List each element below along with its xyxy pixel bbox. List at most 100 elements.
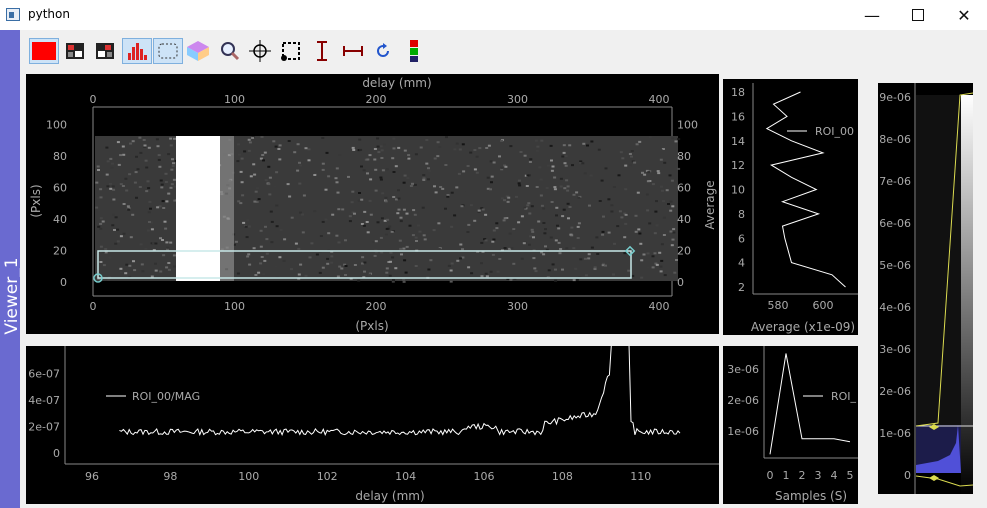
dock-label: Viewer_1 bbox=[2, 257, 22, 335]
lineout-plot-svg: 02e-074e-076e-07 96 98 100 102 104 106 108 110 … bbox=[28, 343, 719, 503]
noise-pixel bbox=[167, 153, 171, 156]
noise-pixel bbox=[99, 188, 103, 191]
lineout-plot[interactable]: 0 2e-07 4e-07 6e-07 96 98 100 102 104 106 108 110 … bbox=[26, 343, 719, 504]
noise-pixel bbox=[362, 224, 366, 227]
noise-pixel bbox=[480, 241, 484, 244]
samples-x-tick: 2 bbox=[799, 469, 806, 482]
noise-pixel bbox=[572, 247, 576, 250]
noise-pixel bbox=[246, 219, 250, 222]
noise-pixel bbox=[268, 193, 272, 196]
noise-pixel bbox=[597, 148, 601, 151]
noise-pixel bbox=[165, 241, 169, 244]
noise-pixel bbox=[112, 198, 116, 201]
maximize-button[interactable] bbox=[895, 0, 941, 30]
refresh-button[interactable] bbox=[370, 38, 396, 64]
roi-crop-icon bbox=[281, 42, 300, 61]
noise-pixel bbox=[238, 196, 242, 199]
vertical-measure-button[interactable] bbox=[309, 38, 335, 64]
histogram-handle-bottom[interactable] bbox=[929, 475, 939, 481]
noise-pixel bbox=[307, 159, 311, 162]
noise-pixel bbox=[571, 164, 574, 167]
samples-plot[interactable]: 1e-06 2e-06 3e-06 012345 ROI_ Samples (S) bbox=[723, 346, 858, 504]
colorbar-gradient[interactable] bbox=[961, 95, 973, 495]
average-x-label: Average (x1e-09) bbox=[751, 320, 855, 334]
noise-pixel bbox=[677, 167, 681, 170]
noise-pixel bbox=[403, 149, 407, 152]
noise-pixel bbox=[456, 259, 460, 262]
right-tick-label: 20 bbox=[677, 245, 691, 258]
noise-pixel bbox=[467, 266, 471, 269]
noise-pixel bbox=[368, 199, 372, 202]
noise-pixel bbox=[133, 269, 137, 272]
color-cube-button[interactable] bbox=[185, 38, 211, 64]
noise-pixel bbox=[99, 245, 103, 248]
crosshair-button[interactable] bbox=[247, 38, 273, 64]
noise-pixel bbox=[96, 196, 100, 199]
roi-select-button[interactable] bbox=[153, 38, 183, 64]
noise-pixel bbox=[659, 158, 663, 161]
noise-pixel bbox=[485, 275, 489, 278]
noise-pixel bbox=[106, 160, 110, 163]
noise-pixel bbox=[95, 181, 99, 184]
noise-pixel bbox=[462, 170, 466, 173]
noise-pixel bbox=[397, 189, 400, 192]
noise-pixel bbox=[651, 183, 655, 186]
noise-pixel bbox=[543, 232, 547, 235]
zoom-button[interactable] bbox=[217, 38, 243, 64]
noise-pixel bbox=[167, 262, 171, 264]
histogram-button[interactable] bbox=[122, 38, 152, 64]
noise-pixel bbox=[633, 161, 637, 164]
noise-pixel bbox=[637, 228, 641, 231]
noise-pixel bbox=[110, 201, 114, 204]
close-button[interactable]: ✕ bbox=[941, 0, 987, 30]
left-tick-label: 40 bbox=[53, 213, 67, 226]
noise-pixel bbox=[671, 205, 675, 208]
image-viewer-plot[interactable]: delay (mm) 0 100 200 300 400 0 20 40 60 80 100 02… bbox=[26, 74, 719, 334]
noise-pixel bbox=[582, 142, 586, 145]
dock-tab[interactable]: Viewer_1 bbox=[0, 30, 22, 508]
noise-pixel bbox=[446, 195, 450, 198]
red-square-button[interactable] bbox=[29, 38, 59, 64]
noise-pixel bbox=[621, 157, 625, 160]
image-alt-button[interactable] bbox=[92, 38, 118, 64]
noise-pixel bbox=[108, 256, 112, 259]
image-button[interactable] bbox=[62, 38, 88, 64]
minimize-button[interactable]: — bbox=[849, 0, 895, 30]
noise-pixel bbox=[366, 158, 370, 161]
traffic-light-button[interactable] bbox=[401, 38, 427, 64]
noise-pixel bbox=[248, 141, 252, 144]
noise-pixel bbox=[142, 139, 146, 141]
noise-pixel bbox=[272, 140, 276, 143]
samples-y-tick: 3e-06 bbox=[727, 363, 759, 376]
noise-pixel bbox=[298, 182, 302, 185]
noise-pixel bbox=[109, 182, 112, 185]
noise-pixel bbox=[570, 226, 574, 229]
horizontal-measure-button[interactable] bbox=[340, 38, 366, 64]
noise-pixel bbox=[427, 178, 430, 181]
noise-pixel bbox=[386, 218, 390, 221]
noise-pixel bbox=[583, 172, 587, 175]
noise-pixel bbox=[278, 158, 282, 161]
noise-pixel bbox=[663, 274, 667, 277]
noise-pixel bbox=[252, 247, 256, 250]
noise-pixel bbox=[400, 253, 403, 256]
noise-pixel bbox=[417, 224, 420, 227]
top-tick-label: 100 bbox=[224, 93, 245, 106]
noise-pixel bbox=[670, 179, 674, 182]
noise-pixel bbox=[467, 223, 471, 226]
noise-pixel bbox=[269, 210, 273, 213]
roi-crop-button[interactable] bbox=[278, 38, 304, 64]
histogram-panel[interactable]: 0 1e-06 2e-06 3e-06 4e-06 5e-06 6e-06 7e-06 8e-0… bbox=[878, 83, 974, 495]
noise-pixel bbox=[119, 183, 123, 186]
average-plot[interactable]: 2 4 6 8 10 12 14 16 18 580 600 ROI_00 Average (x1… bbox=[723, 79, 858, 335]
noise-pixel bbox=[97, 209, 101, 212]
noise-pixel bbox=[638, 232, 642, 235]
noise-pixel bbox=[557, 241, 561, 244]
noise-pixel bbox=[455, 142, 459, 145]
noise-pixel bbox=[478, 147, 482, 150]
noise-pixel bbox=[287, 140, 291, 142]
noise-pixel bbox=[374, 168, 378, 171]
noise-pixel bbox=[544, 228, 547, 231]
histogram-tick: 2e-06 bbox=[879, 385, 911, 398]
top-tick-label: 300 bbox=[507, 93, 528, 106]
